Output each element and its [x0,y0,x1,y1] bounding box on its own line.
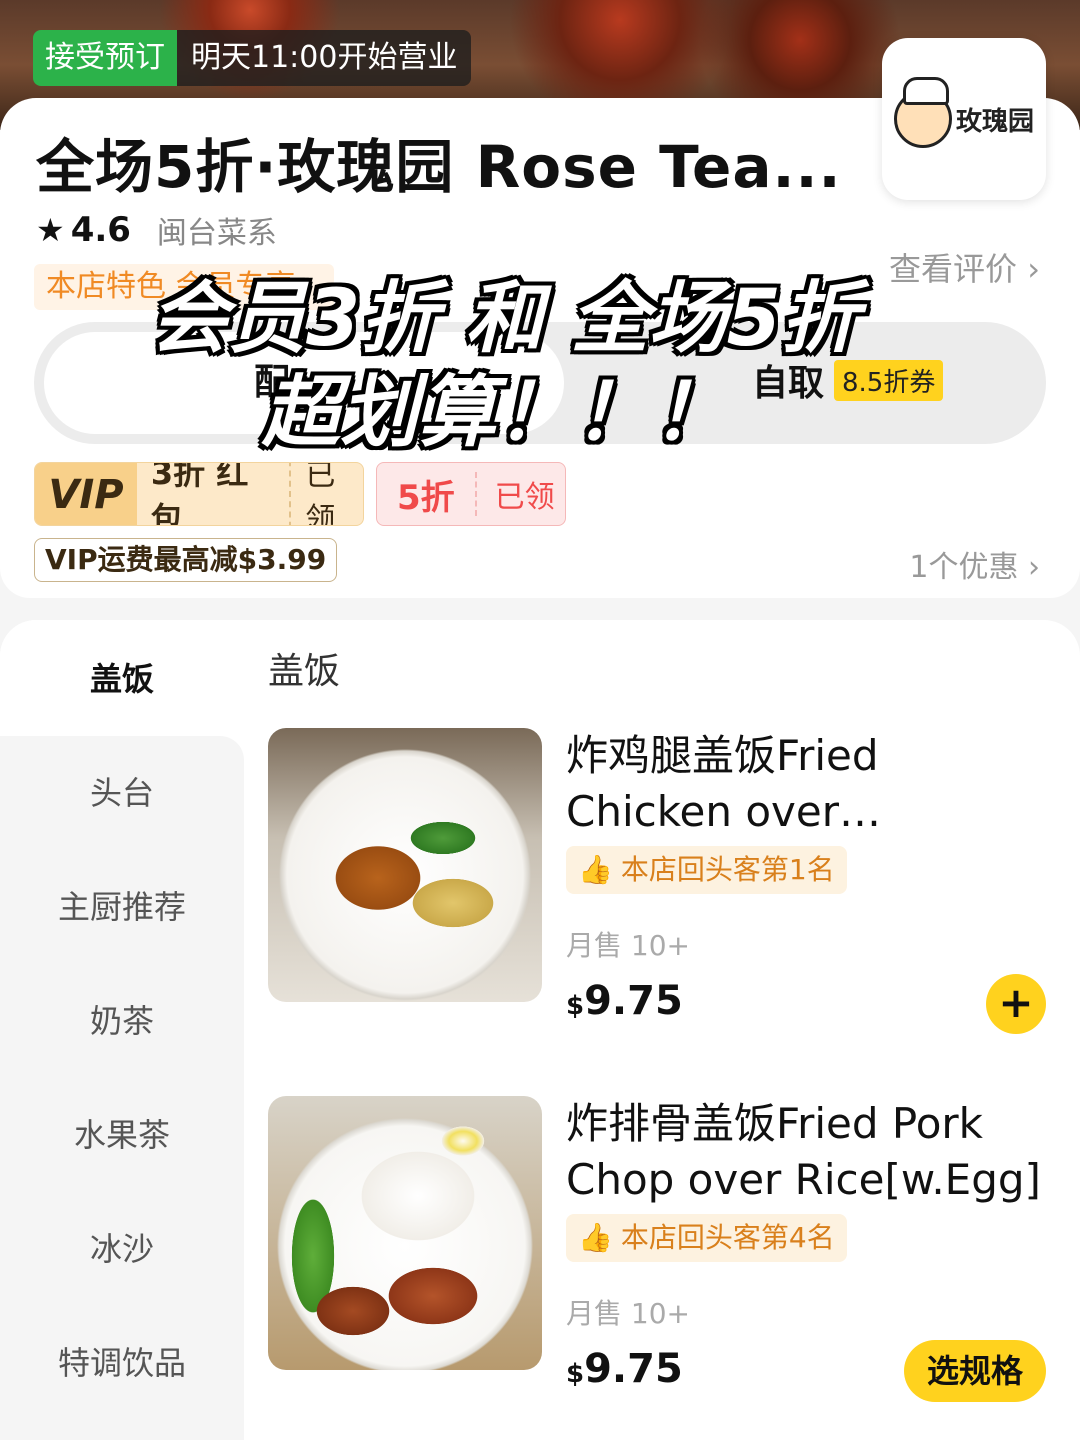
rating-row: ★ 4.6 闽台菜系 [36,208,277,252]
category-item-toutai[interactable]: 头台 [0,736,244,850]
category-item-smoothie[interactable]: 冰沙 [0,1192,244,1306]
cuisine-label: 闽台菜系 [156,216,277,251]
section-title: 盖饭 [268,651,341,692]
store-logo-text: 玫瑰园 [955,106,1034,137]
business-hours-pill: 接受预订 明天11:00开始营业 [33,30,472,86]
store-title: 全场5折·玫瑰园 Rose Tea... [36,133,842,201]
category-item-milk-tea[interactable]: 奶茶 [0,964,244,1078]
category-item-active[interactable]: 盖饭 [0,620,244,736]
rating-value: 4.6 [70,210,131,250]
thumbs-up-icon: 👍 [578,853,613,886]
star-icon: ★ [36,211,65,249]
price-value: 9.75 [584,978,683,1024]
store-logo: 玫瑰园 [882,38,1046,200]
discount-value: 5折 [397,477,455,518]
monthly-sales: 月售 10+ [566,929,690,962]
repeat-customer-rank-badge: 👍 本店回头客第1名 [566,846,847,894]
view-reviews-link[interactable]: 查看评价 › [889,244,1040,290]
thumbs-up-icon: 👍 [578,1221,613,1254]
dish-image[interactable] [268,1096,542,1370]
vip-discount-label: 3折 红包 [150,462,249,526]
promotions-link[interactable]: 1个优惠 › [909,542,1040,586]
dish-name: 炸鸡腿盖饭Fried Chicken over Rice[w.Egg] [566,731,879,836]
promo-overlay-line2: 超划算！！！ [262,368,731,458]
accept-booking-badge: 接受预订 [33,30,177,86]
vip-claimed-label: 已领 [289,463,363,525]
category-list: 头台 主厨推荐 奶茶 水果茶 冰沙 特调饮品 [0,736,244,1440]
discount-coupon[interactable]: 5折 已领 [376,462,566,526]
dish-image[interactable] [268,728,542,1002]
dish-card[interactable]: 炸排骨盖饭Fried Pork Chop over Rice[w.Egg] 👍 … [268,1096,1058,1402]
repeat-customer-rank-badge: 👍 本店回头客第4名 [566,1214,847,1262]
select-options-button[interactable]: 选规格 [904,1340,1046,1402]
rank-label: 本店回头客第4名 [620,1221,835,1254]
dish-price: $9.75 [566,1346,683,1392]
dish-name: 炸排骨盖饭Fried Pork Chop over Rice[w.Egg] [566,1099,1041,1204]
chef-icon [893,77,952,148]
price-value: 9.75 [584,1346,683,1392]
vip-logo: VIP [35,463,137,525]
rank-label: 本店回头客第1名 [620,853,835,886]
menu-section: 盖饭 头台 主厨推荐 奶茶 水果茶 冰沙 特调饮品 盖饭 炸鸡腿盖饭Fried … [0,620,1080,1440]
category-sidebar: 盖饭 头台 主厨推荐 奶茶 水果茶 冰沙 特调饮品 [0,620,244,1440]
category-item-special-drinks[interactable]: 特调饮品 [0,1306,244,1420]
currency-symbol: $ [566,991,585,1021]
dish-price: $9.75 [566,978,683,1024]
opening-hours-text: 明天11:00开始营业 [177,30,472,86]
vip-shipping-badge: VIP运费最高减$3.99 [34,538,338,582]
dish-card[interactable]: 炸鸡腿盖饭Fried Chicken over Rice[w.Egg] 👍 本店… [268,728,1058,1034]
add-to-cart-button[interactable]: + [986,974,1046,1034]
category-item-fruit-tea[interactable]: 水果茶 [0,1078,244,1192]
discount-claimed-label: 已领 [474,472,555,516]
monthly-sales: 月售 10+ [566,1297,690,1330]
category-item-chef-recommend[interactable]: 主厨推荐 [0,850,244,964]
vip-coupon[interactable]: VIP 3折 红包 已领 [34,462,364,526]
currency-symbol: $ [566,1359,585,1389]
